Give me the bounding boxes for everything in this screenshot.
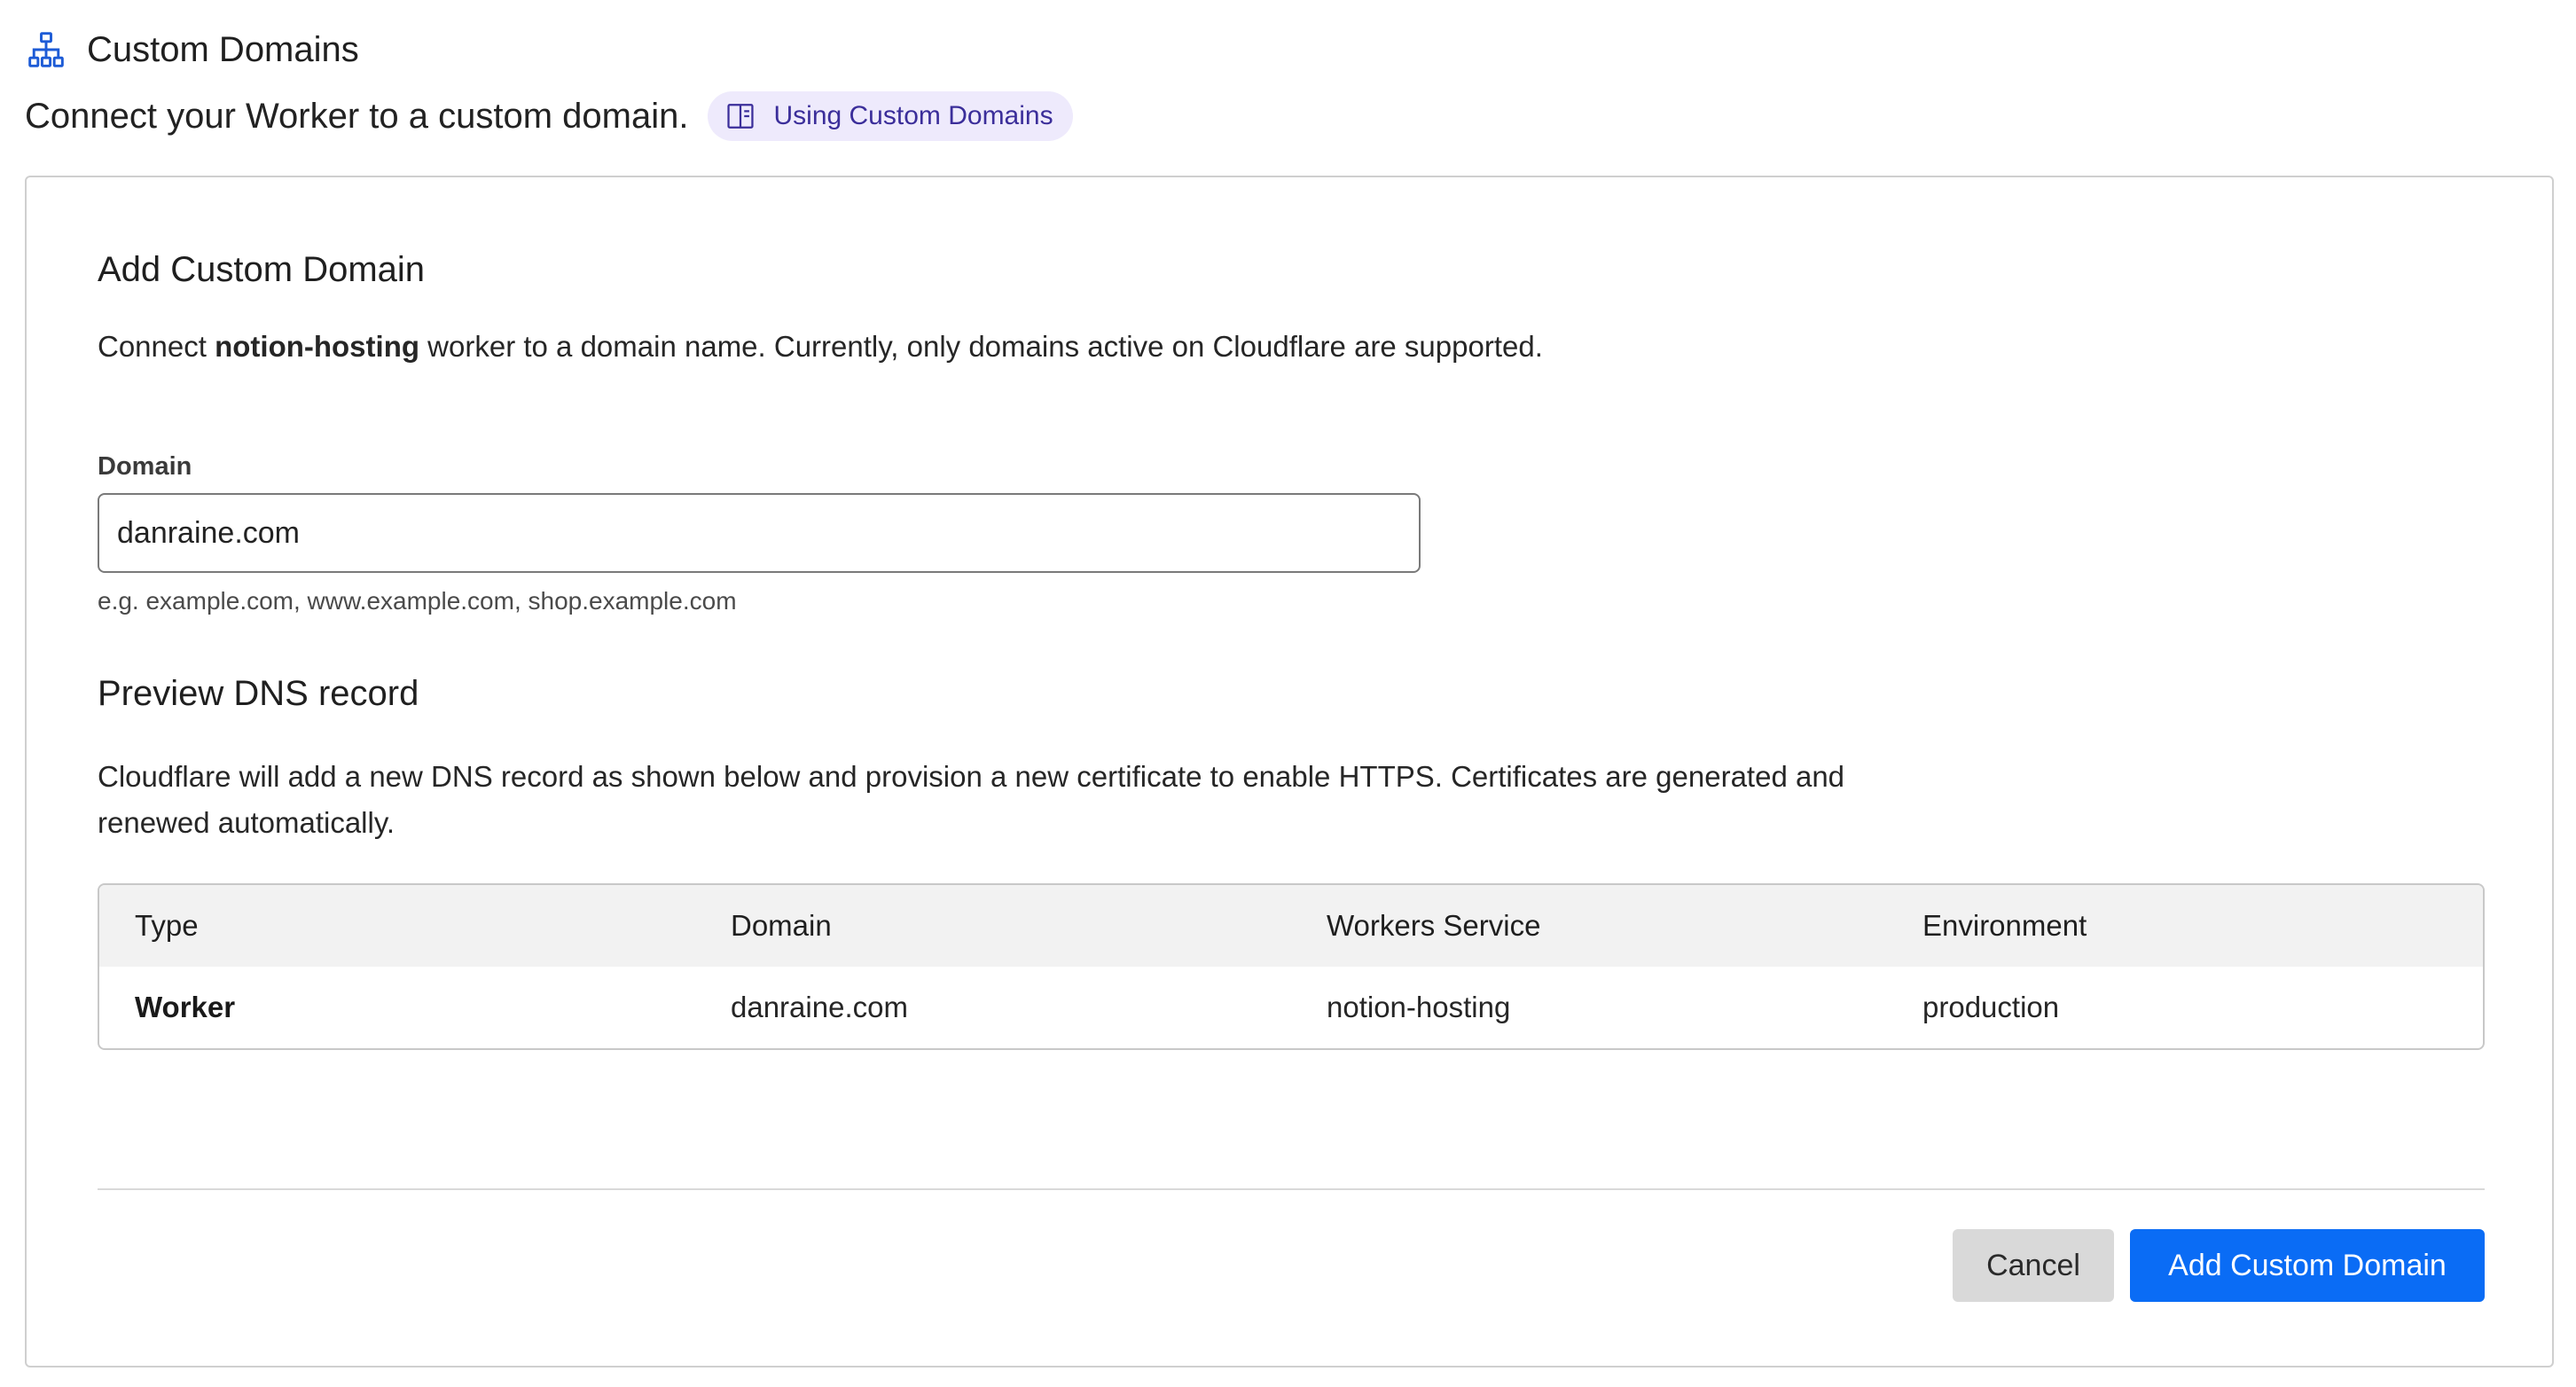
page-subtitle-row: Connect your Worker to a custom domain. …: [25, 90, 1073, 142]
cell-environment: production: [1922, 991, 2060, 1023]
add-domain-card: Add Custom Domain Connect notion-hosting…: [25, 176, 2554, 1367]
desc-prefix: Connect: [98, 330, 215, 363]
desc-suffix: worker to a domain name. Currently, only…: [419, 330, 1543, 363]
page-subtitle: Connect your Worker to a custom domain.: [25, 96, 689, 136]
preview-title: Preview DNS record: [98, 674, 419, 713]
footer-divider: [98, 1188, 2485, 1190]
page-header: Custom Domains: [27, 27, 359, 73]
domain-input[interactable]: [98, 493, 1421, 573]
domain-label: Domain: [98, 452, 192, 481]
book-icon: [725, 101, 756, 131]
card-title: Add Custom Domain: [98, 250, 426, 289]
page-title: Custom Domains: [87, 29, 359, 69]
card-description: Connect notion-hosting worker to a domai…: [98, 330, 1543, 364]
table-row: Worker danraine.com notion-hosting produ…: [99, 967, 2483, 1048]
cancel-button[interactable]: Cancel: [1953, 1229, 2114, 1302]
page: Custom Domains Connect your Worker to a …: [0, 0, 2576, 1387]
column-header-environment: Environment: [1922, 909, 2087, 942]
table-header-row: Type Domain Workers Service Environment: [99, 885, 2483, 967]
cell-workers-service: notion-hosting: [1327, 991, 1511, 1023]
docs-link[interactable]: Using Custom Domains: [708, 91, 1073, 141]
docs-link-label: Using Custom Domains: [773, 101, 1053, 130]
dns-preview-table: Type Domain Workers Service Environment …: [98, 883, 2485, 1050]
cell-domain: danraine.com: [731, 991, 908, 1023]
cell-type: Worker: [135, 991, 236, 1023]
preview-description: Cloudflare will add a new DNS record as …: [98, 760, 1845, 839]
column-header-type: Type: [135, 909, 199, 942]
domain-hint: e.g. example.com, www.example.com, shop.…: [98, 587, 737, 615]
column-header-workers-service: Workers Service: [1327, 909, 1541, 942]
sitemap-icon: [27, 30, 66, 69]
column-header-domain: Domain: [731, 909, 832, 942]
worker-name: notion-hosting: [215, 330, 420, 363]
add-custom-domain-button[interactable]: Add Custom Domain: [2130, 1229, 2485, 1302]
